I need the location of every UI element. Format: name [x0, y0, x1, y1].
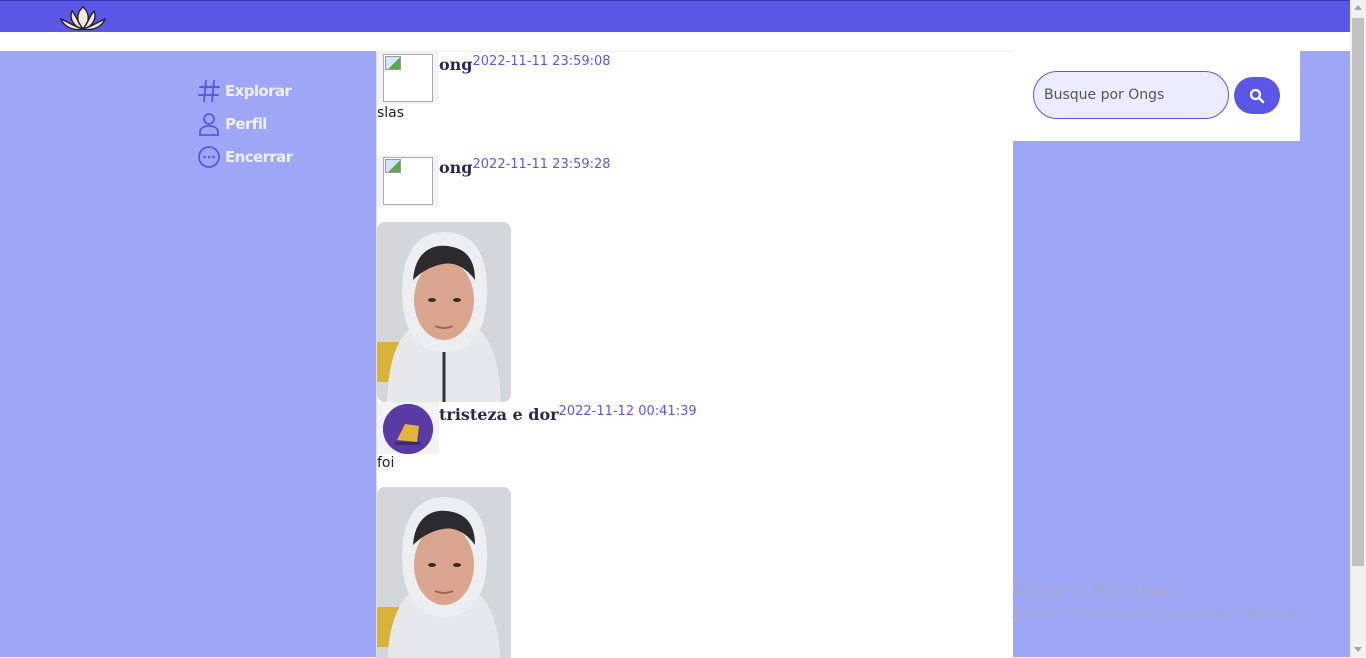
post-timestamp: 2022-11-11 23:59:28: [472, 157, 611, 172]
header-spacer: [0, 32, 1350, 51]
nav-label: Encerrar: [225, 147, 293, 166]
post-timestamp: 2022-11-12 00:41:39: [558, 404, 697, 419]
scroll-up-icon[interactable]: [1354, 5, 1362, 10]
right-column: [1013, 51, 1350, 657]
search-button[interactable]: [1234, 77, 1280, 114]
scrollbar[interactable]: [1350, 0, 1366, 657]
post-photo[interactable]: [377, 487, 511, 658]
post-author[interactable]: ong: [439, 55, 473, 74]
post-text: slas: [377, 105, 405, 121]
user-icon: [199, 112, 219, 136]
avatar[interactable]: [377, 52, 439, 104]
avatar[interactable]: [377, 155, 439, 207]
feed: ong 2022-11-11 23:59:08 slas ong 2022-11…: [376, 51, 1013, 658]
broken-image-icon: [383, 54, 433, 102]
search-icon: [1249, 88, 1265, 103]
nav-item-encerrar[interactable]: Encerrar: [197, 140, 293, 173]
post-author[interactable]: tristeza e dor: [439, 405, 559, 424]
windows-activation-watermark: Ativar o Windows Acesse Configurações pa…: [1012, 580, 1308, 621]
post-author[interactable]: ong: [439, 158, 473, 177]
scroll-thumb[interactable]: [1352, 18, 1364, 566]
watermark-subtitle: Acesse Configurações para ativar o Windo…: [1012, 606, 1309, 621]
avatar[interactable]: [377, 402, 439, 454]
search-input[interactable]: [1033, 71, 1229, 119]
nav-label: Explorar: [225, 81, 292, 100]
top-bar: [0, 0, 1350, 33]
avatar-image: [383, 404, 433, 454]
scroll-down-icon[interactable]: [1354, 647, 1362, 652]
left-column: [0, 51, 376, 657]
post-text: foi: [377, 455, 395, 471]
lotus-icon[interactable]: [58, 3, 108, 33]
nav-label: Perfil: [225, 114, 267, 133]
nav-item-explorar[interactable]: Explorar: [197, 74, 293, 107]
post-header: tristeza e dor 2022-11-12 00:41:39: [377, 402, 697, 454]
broken-image-icon: [383, 157, 433, 205]
person-photo: [377, 222, 511, 402]
post-timestamp: 2022-11-11 23:59:08: [472, 54, 611, 69]
nav-item-perfil[interactable]: Perfil: [197, 107, 293, 140]
post-photo[interactable]: [377, 222, 511, 402]
post-header: ong 2022-11-11 23:59:08: [377, 52, 611, 104]
watermark-title: Ativar o Windows: [1012, 580, 1177, 602]
more-circle-icon: [198, 145, 220, 168]
hash-icon: [198, 79, 220, 102]
post-header: ong 2022-11-11 23:59:28: [377, 155, 611, 207]
search-panel: [1013, 51, 1300, 141]
person-photo: [377, 487, 511, 658]
sidebar-nav: Explorar Perfil Encerrar: [197, 74, 293, 173]
